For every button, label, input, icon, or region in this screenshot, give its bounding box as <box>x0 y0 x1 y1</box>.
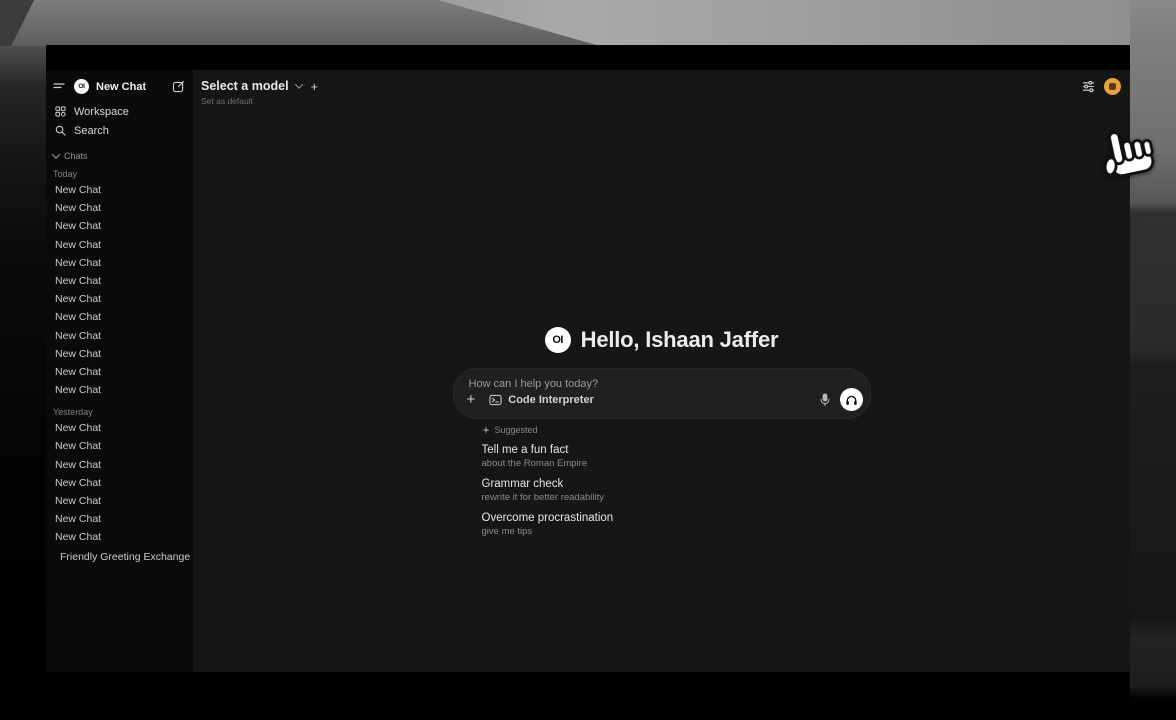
main-area: Select a model + Set as default <box>193 70 1130 672</box>
chat-list-item[interactable]: New Chat <box>53 363 185 381</box>
suggested-prompt-subtitle: about the Roman Empire <box>482 458 871 469</box>
chat-list-item[interactable]: New Chat <box>53 272 185 290</box>
suggested-prompt-title: Tell me a fun fact <box>482 444 871 456</box>
microphone-icon[interactable] <box>819 393 831 407</box>
suggested-prompt[interactable]: Grammar check rewrite it for better read… <box>482 478 871 503</box>
topbar-right <box>1082 78 1121 95</box>
model-selector-label: Select a model <box>201 79 289 93</box>
sidebar-title: New Chat <box>96 81 172 93</box>
new-chat-icon[interactable] <box>172 80 185 93</box>
headphones-icon <box>845 394 858 406</box>
set-as-default-link[interactable]: Set as default <box>201 96 318 106</box>
chat-list-item[interactable]: New Chat <box>53 217 185 235</box>
greeting-row: OI Hello, Ishaan Jaffer <box>453 326 871 354</box>
sidebar-chats-section-toggle[interactable]: Chats <box>53 151 185 161</box>
chat-list-item[interactable]: New Chat <box>53 199 185 217</box>
chat-list-item[interactable]: New Chat <box>53 236 185 254</box>
chat-group-label-yesterday: Yesterday <box>53 406 185 419</box>
chat-list-item-named[interactable]: Friendly Greeting Exchange <box>53 548 185 566</box>
suggested-list: Tell me a fun fact about the Roman Empir… <box>482 444 871 537</box>
sidebar-item-label: Search <box>74 125 109 137</box>
chat-list-item[interactable]: New Chat <box>53 254 185 272</box>
wallpaper-left-strip <box>0 46 46 720</box>
sparkle-icon <box>482 426 490 434</box>
chat-list-item[interactable]: New Chat <box>53 290 185 308</box>
sidebar-item-search[interactable]: Search <box>53 121 185 140</box>
desktop: OI New Chat Workspace <box>0 0 1176 720</box>
chat-list-item[interactable]: New Chat <box>53 510 185 528</box>
workspace-grid-icon <box>55 106 66 117</box>
suggested-label: Suggested <box>495 425 538 435</box>
app-logo: OI <box>545 327 571 353</box>
controls-sliders-icon[interactable] <box>1082 80 1095 93</box>
chat-list-yesterday: New ChatNew ChatNew ChatNew ChatNew Chat… <box>53 419 185 546</box>
terminal-icon <box>489 394 502 406</box>
app-window: OI New Chat Workspace <box>46 45 1130 672</box>
chevron-down-icon <box>294 80 302 88</box>
suggested-label-row: Suggested <box>482 425 871 435</box>
chat-list-item[interactable]: New Chat <box>53 327 185 345</box>
sidebar-toggle-icon[interactable] <box>53 82 65 92</box>
add-model-button[interactable]: + <box>311 80 319 93</box>
avatar-glyph <box>1109 83 1116 90</box>
chevron-down-icon <box>52 150 60 158</box>
chat-list-item[interactable]: New Chat <box>53 181 185 199</box>
sidebar-header: OI New Chat <box>53 78 185 95</box>
sidebar: OI New Chat Workspace <box>46 70 193 672</box>
model-selector[interactable]: Select a model + <box>201 79 318 93</box>
suggested-prompt[interactable]: Overcome procrastination give me tips <box>482 512 871 537</box>
chat-list-item[interactable]: New Chat <box>53 308 185 326</box>
attach-plus-button[interactable]: + <box>464 392 479 407</box>
chat-list-item[interactable]: New Chat <box>53 345 185 363</box>
chat-list-item[interactable]: New Chat <box>53 456 185 474</box>
search-icon <box>55 125 66 136</box>
app-logo: OI <box>74 79 89 94</box>
chat-list-item[interactable]: New Chat <box>53 474 185 492</box>
sidebar-item-workspace[interactable]: Workspace <box>53 102 185 121</box>
chat-list-item-label: Friendly Greeting Exchange <box>60 551 190 563</box>
suggested-block: Suggested Tell me a fun fact about the R… <box>453 425 871 537</box>
message-input[interactable]: How can I help you today? + Code Interpr… <box>453 368 871 419</box>
code-interpreter-toggle[interactable]: Code Interpreter <box>489 394 594 406</box>
model-selector-block: Select a model + Set as default <box>201 79 318 106</box>
window-titlebar <box>46 45 1130 70</box>
suggested-prompt-title: Grammar check <box>482 478 871 490</box>
voice-call-button[interactable] <box>840 388 863 411</box>
welcome-column: OI Hello, Ishaan Jaffer How can I help y… <box>453 326 871 546</box>
suggested-prompt-subtitle: rewrite it for better readability <box>482 492 871 503</box>
wallpaper-right-strip <box>1130 0 1176 720</box>
chat-list-item[interactable]: New Chat <box>53 419 185 437</box>
suggested-prompt-subtitle: give me tips <box>482 526 871 537</box>
chat-list-item[interactable]: New Chat <box>53 437 185 455</box>
suggested-prompt[interactable]: Tell me a fun fact about the Roman Empir… <box>482 444 871 469</box>
sidebar-item-label: Workspace <box>74 106 129 118</box>
chat-list-item[interactable]: New Chat <box>53 528 185 546</box>
user-avatar[interactable] <box>1104 78 1121 95</box>
greeting-text: Hello, Ishaan Jaffer <box>581 327 779 353</box>
chat-group-label-today: Today <box>53 168 185 181</box>
suggested-prompt-title: Overcome procrastination <box>482 512 871 524</box>
chat-list-item[interactable]: New Chat <box>53 492 185 510</box>
chat-list-item[interactable]: New Chat <box>53 381 185 399</box>
code-interpreter-label: Code Interpreter <box>508 394 594 406</box>
chats-section-label: Chats <box>64 151 88 161</box>
chat-list-today: New ChatNew ChatNew ChatNew ChatNew Chat… <box>53 181 185 399</box>
